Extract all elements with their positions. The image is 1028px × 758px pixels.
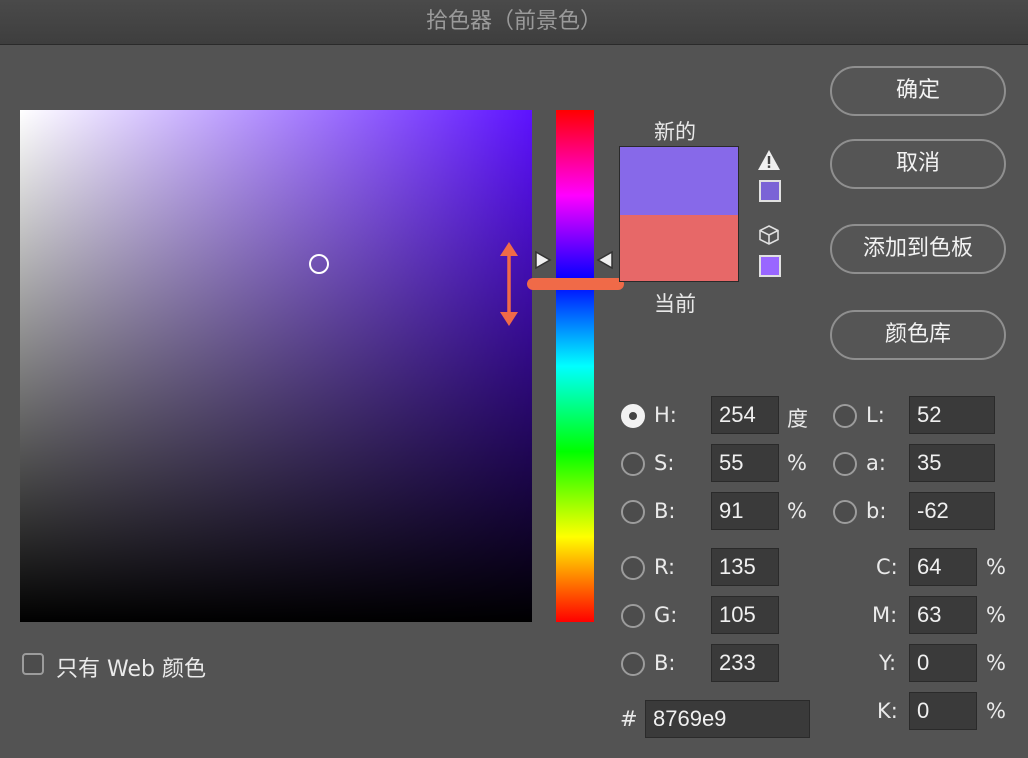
- current-color-swatch[interactable]: [620, 215, 738, 281]
- hex-input[interactable]: 8769e9: [645, 700, 810, 738]
- radio-g[interactable]: [621, 604, 645, 628]
- color-field[interactable]: [20, 110, 532, 622]
- hue-slider-left-handle[interactable]: [534, 250, 552, 270]
- cube-icon[interactable]: [758, 224, 780, 246]
- m-unit: %: [986, 603, 1006, 627]
- brightness-label: B:: [654, 499, 676, 523]
- lab-b-label: b:: [866, 499, 887, 523]
- r-input[interactable]: 135: [711, 548, 779, 586]
- cancel-button[interactable]: 取消: [830, 139, 1006, 189]
- y-input[interactable]: 0: [909, 644, 977, 682]
- blue-input[interactable]: 233: [711, 644, 779, 682]
- radio-h[interactable]: [621, 404, 645, 428]
- s-label: S:: [654, 451, 675, 475]
- s-unit: %: [787, 451, 807, 475]
- h-unit: 度: [787, 407, 808, 431]
- h-input[interactable]: 254: [711, 396, 779, 434]
- c-unit: %: [986, 555, 1006, 579]
- l-label: L:: [866, 403, 885, 427]
- hue-slider-right-handle[interactable]: [596, 250, 614, 270]
- h-label: H:: [654, 403, 677, 427]
- k-unit: %: [986, 699, 1006, 723]
- new-color-label: 新的: [654, 120, 696, 144]
- current-color-label: 当前: [654, 292, 696, 316]
- warning-triangle-icon[interactable]: [757, 149, 781, 171]
- brightness-unit: %: [787, 499, 807, 523]
- y-label: Y:: [879, 651, 897, 675]
- blue-label: B:: [654, 651, 676, 675]
- radio-s[interactable]: [621, 452, 645, 476]
- k-input[interactable]: 0: [909, 692, 977, 730]
- updown-arrow-icon: [500, 242, 518, 326]
- gamut-warning-swatch[interactable]: [759, 180, 781, 202]
- a-label: a:: [866, 451, 886, 475]
- web-safe-swatch[interactable]: [759, 255, 781, 277]
- radio-lab-b[interactable]: [833, 500, 857, 524]
- color-comparison-swatch: [619, 146, 739, 282]
- r-label: R:: [654, 555, 676, 579]
- s-input[interactable]: 55: [711, 444, 779, 482]
- lab-b-input[interactable]: -62: [909, 492, 995, 530]
- m-label: M:: [872, 603, 898, 627]
- g-label: G:: [654, 603, 678, 627]
- radio-r[interactable]: [621, 556, 645, 580]
- web-colors-only-checkbox[interactable]: [22, 653, 44, 675]
- color-libraries-button[interactable]: 颜色库: [830, 310, 1006, 360]
- y-unit: %: [986, 651, 1006, 675]
- radio-a[interactable]: [833, 452, 857, 476]
- hex-label: #: [620, 707, 638, 731]
- a-input[interactable]: 35: [909, 444, 995, 482]
- hue-slider[interactable]: [556, 110, 594, 622]
- k-label: K:: [877, 699, 898, 723]
- color-picker-marker[interactable]: [309, 254, 329, 274]
- add-to-swatches-button[interactable]: 添加到色板: [830, 224, 1006, 274]
- g-input[interactable]: 105: [711, 596, 779, 634]
- radio-blue[interactable]: [621, 652, 645, 676]
- new-color-swatch: [620, 147, 738, 215]
- web-colors-only-label[interactable]: 只有 Web 颜色: [56, 651, 206, 683]
- radio-brightness[interactable]: [621, 500, 645, 524]
- hue-highlight-bar: [527, 278, 624, 290]
- ok-button[interactable]: 确定: [830, 66, 1006, 116]
- m-input[interactable]: 63: [909, 596, 977, 634]
- radio-l[interactable]: [833, 404, 857, 428]
- window-title: 拾色器（前景色）: [0, 0, 1028, 45]
- l-input[interactable]: 52: [909, 396, 995, 434]
- c-label: C:: [876, 555, 898, 579]
- brightness-input[interactable]: 91: [711, 492, 779, 530]
- c-input[interactable]: 64: [909, 548, 977, 586]
